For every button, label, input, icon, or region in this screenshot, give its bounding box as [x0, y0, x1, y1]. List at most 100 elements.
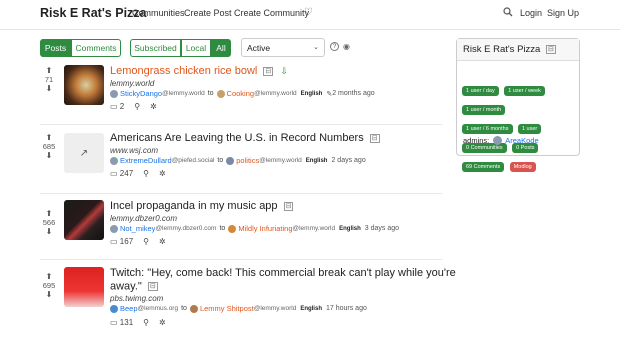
signup-link[interactable]: Sign Up: [547, 8, 579, 18]
user-avatar: [110, 156, 118, 165]
post-title[interactable]: Americans Are Leaving the U.S. in Record…: [110, 132, 380, 144]
upvote-icon[interactable]: ⬆: [40, 66, 58, 75]
post-title[interactable]: Lemongrass chicken rice bowl ⊟ ⇩: [110, 65, 288, 77]
post-score: 685: [42, 142, 56, 151]
stats-badges: 1 user / day 1 user / week 1 user / mont…: [462, 79, 574, 174]
link-icon[interactable]: ⚲: [143, 169, 149, 178]
admins-row: admins: AreaKode: [463, 136, 539, 145]
post-divider: [40, 124, 442, 125]
link-icon[interactable]: ⚲: [134, 102, 140, 111]
featured-pin-icon: ⇩: [280, 66, 288, 76]
post-meta: Not_mikey @lemmy.dbzer0.com to Mildly In…: [110, 224, 399, 233]
post-thumbnail[interactable]: [64, 65, 104, 105]
admin-link[interactable]: AreaKode: [505, 136, 538, 145]
collapse-icon[interactable]: ⊟: [545, 45, 556, 55]
language-badge: English: [300, 90, 323, 97]
post-card: ⬆ 71 ⬇ Lemongrass chicken rice bowl ⊟ ⇩ …: [40, 64, 442, 114]
comment-icon: ▭: [110, 318, 118, 327]
subscribed-toggle[interactable]: Subscribed: [130, 39, 181, 57]
comments-button[interactable]: ▭ 167: [110, 237, 133, 246]
post-domain[interactable]: lemmy.dbzer0.com: [110, 214, 177, 223]
expand-icon[interactable]: ⊟: [263, 67, 274, 77]
post-actions: ▭ 247 ⚲ ✲: [110, 169, 166, 178]
stat-badge: 1 user / week: [504, 86, 545, 96]
vote-box: ⬆ 685 ⬇: [40, 133, 58, 160]
external-link-icon[interactable]: ↗: [64, 133, 104, 173]
navbar-divider: [0, 29, 620, 30]
comments-toggle[interactable]: Comments: [71, 39, 121, 57]
donate-heart-icon[interactable]: ♡: [304, 7, 313, 18]
sort-select[interactable]: Active ⌄: [241, 38, 325, 57]
post-community[interactable]: Cooking: [227, 89, 255, 98]
post-community[interactable]: Mildly Infuriating: [238, 224, 292, 233]
cross-post-icon[interactable]: ✲: [159, 169, 166, 178]
cross-post-icon[interactable]: ✲: [150, 102, 157, 111]
nav-create-post[interactable]: Create Post: [184, 8, 232, 18]
sort-help-icon[interactable]: ?: [330, 42, 339, 51]
link-icon[interactable]: ⚲: [143, 318, 149, 327]
upvote-icon[interactable]: ⬆: [40, 133, 58, 142]
comments-button[interactable]: ▭ 131: [110, 318, 133, 327]
nav-create-community[interactable]: Create Community: [234, 8, 309, 18]
downvote-icon[interactable]: ⬇: [40, 290, 58, 299]
post-time: 2 days ago: [331, 157, 366, 164]
post-domain[interactable]: pbs.twimg.com: [110, 294, 163, 303]
user-avatar: [110, 89, 118, 98]
all-toggle[interactable]: All: [211, 39, 231, 57]
post-author[interactable]: Not_mikey: [120, 224, 155, 233]
post-actions: ▭ 131 ⚲ ✲: [110, 318, 166, 327]
downvote-icon[interactable]: ⬇: [40, 227, 58, 236]
post-meta: ExtremeDullard @piefed.social to politic…: [110, 156, 366, 165]
upvote-icon[interactable]: ⬆: [40, 209, 58, 218]
post-score: 695: [42, 281, 56, 290]
sort-select-value: Active: [247, 43, 271, 53]
posts-toggle[interactable]: Posts: [40, 39, 71, 57]
upvote-icon[interactable]: ⬆: [40, 272, 58, 281]
search-icon[interactable]: [503, 7, 513, 17]
cross-post-icon[interactable]: ✲: [159, 318, 166, 327]
post-domain[interactable]: lemmy.world: [110, 79, 154, 88]
comments-button[interactable]: ▭ 2: [110, 102, 124, 111]
post-author[interactable]: ExtremeDullard: [120, 156, 172, 165]
post-thumbnail[interactable]: [64, 267, 104, 307]
comments-button[interactable]: ▭ 247: [110, 169, 133, 178]
expand-icon[interactable]: ⊟: [283, 202, 294, 212]
post-author[interactable]: StickyDango: [120, 89, 162, 98]
stat-badge: 1 user / month: [462, 105, 506, 115]
post-thumbnail[interactable]: [64, 200, 104, 240]
site-brand[interactable]: Risk E Rat's Pizza: [40, 6, 147, 20]
language-badge: English: [300, 305, 322, 312]
modlog-button[interactable]: Modlog: [509, 162, 536, 172]
post-actions: ▭ 167 ⚲ ✲: [110, 237, 166, 246]
local-toggle[interactable]: Local: [181, 39, 211, 57]
user-avatar: [110, 224, 118, 233]
downvote-icon[interactable]: ⬇: [40, 151, 58, 160]
listing-type-toggle: Subscribed Local All: [130, 39, 231, 57]
post-domain[interactable]: www.wsj.com: [110, 146, 158, 155]
expand-icon[interactable]: ⊟: [147, 282, 158, 291]
language-badge: English: [305, 157, 328, 164]
site-sidebar: Risk E Rat's Pizza ⊟ 1 user / day 1 user…: [456, 38, 580, 172]
post-title[interactable]: Incel propaganda in my music app ⊟: [110, 200, 294, 212]
login-link[interactable]: Login: [520, 8, 542, 18]
cross-post-icon[interactable]: ✲: [159, 237, 166, 246]
expand-icon[interactable]: ⊟: [369, 134, 380, 144]
post-divider: [40, 193, 442, 194]
nav-communities[interactable]: Communities: [132, 8, 185, 18]
post-meta: StickyDango @lemmy.world to Cooking @lem…: [110, 89, 375, 98]
post-time: 2 months ago: [332, 90, 375, 97]
user-avatar: [110, 304, 118, 313]
language-badge: English: [339, 225, 361, 232]
post-author[interactable]: Beep: [120, 304, 138, 313]
post-title[interactable]: Twitch: "Hey, come back! This commercial…: [110, 267, 456, 293]
post-community[interactable]: Lemmy Shitpost: [200, 304, 254, 313]
rss-icon[interactable]: ◉: [343, 42, 350, 51]
chevron-down-icon: ⌄: [313, 44, 319, 51]
post-community[interactable]: politics: [236, 156, 259, 165]
post-divider: [40, 259, 442, 260]
top-navbar: Risk E Rat's Pizza Communities Create Po…: [0, 0, 620, 28]
link-icon[interactable]: ⚲: [143, 237, 149, 246]
downvote-icon[interactable]: ⬇: [40, 84, 58, 93]
stat-badge: 1 user / 6 months: [462, 124, 513, 134]
post-meta: Beep @lemmus.org to Lemmy Shitpost @lemm…: [110, 304, 367, 313]
